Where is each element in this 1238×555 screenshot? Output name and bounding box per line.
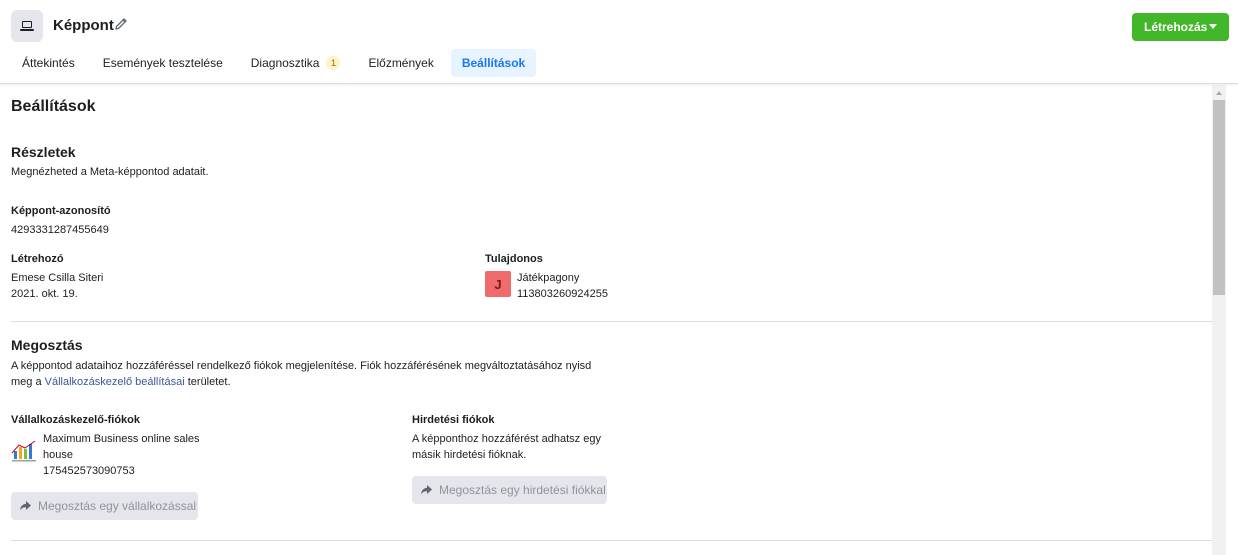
tab-label: Események tesztelése (102, 56, 223, 70)
share-with-ad-account-button[interactable]: Megosztás egy hirdetési fiókkal (412, 476, 607, 504)
pencil-icon[interactable] (113, 16, 129, 32)
page-title: Képpont (53, 17, 114, 34)
section-divider (11, 321, 1212, 322)
sharing-title: Megosztás (11, 337, 83, 353)
settings-content: Beállítások Részletek Megnézheted a Meta… (0, 85, 1212, 555)
business-name-line: Maximum Business online sales (43, 433, 200, 445)
share-arrow-icon (20, 501, 31, 511)
ad-accounts-description-line: másik hirdetési fióknak. (412, 449, 527, 461)
share-with-business-button[interactable]: Megosztás egy vállalkozással (11, 492, 198, 520)
business-accounts-label: Vállalkozáskezelő-fiókok (11, 414, 140, 426)
ad-accounts-label: Hirdetési fiókok (412, 414, 495, 426)
settings-title: Beállítások (11, 98, 96, 115)
sharing-description-line: A képpontod adataihoz hozzáféréssel rend… (11, 360, 592, 372)
owner-label: Tulajdonos (485, 253, 543, 265)
tab-history[interactable]: Előzmények (357, 49, 444, 77)
details-title: Részletek (11, 144, 76, 160)
creator-label: Létrehozó (11, 253, 64, 265)
ad-accounts-description-line: A képponthoz hozzáférést adhatsz egy (412, 433, 601, 445)
create-button-label: Létrehozás (1144, 20, 1208, 34)
diagnostics-count-badge: 1 (326, 56, 341, 70)
business-name: Maximum Business online sales house 1754… (43, 431, 200, 479)
tab-bar: Áttekintés Események tesztelése Diagnosz… (11, 49, 542, 77)
tab-overview[interactable]: Áttekintés (11, 49, 86, 77)
section-divider (11, 540, 1212, 541)
tab-diagnostics[interactable]: Diagnosztika 1 (240, 49, 352, 77)
pixel-id-value: 4293331287455649 (11, 224, 109, 236)
pixel-id-label: Képpont-azonosító (11, 205, 111, 217)
business-name-line: house (43, 449, 73, 461)
sharing-description: A képpontod adataihoz hozzáféréssel rend… (11, 358, 631, 390)
create-button[interactable]: Létrehozás (1132, 13, 1229, 41)
page-header: Képpont Létrehozás Áttekintés Események … (0, 0, 1238, 84)
button-label: Megosztás egy vállalkozással (38, 499, 197, 513)
business-id: 175452573090753 (43, 465, 135, 477)
avatar: J (485, 271, 511, 297)
tab-settings[interactable]: Beállítások (450, 49, 537, 77)
scroll-up-icon[interactable] (1216, 91, 1222, 95)
button-label: Megosztás egy hirdetési fiókkal (439, 483, 606, 497)
business-logo-icon (11, 440, 36, 462)
creator-name: Emese Csilla Siteri (11, 272, 104, 284)
chevron-down-icon (1209, 24, 1217, 29)
sharing-description-line: meg a Vállalkozáskezelő beállításai terü… (11, 374, 631, 390)
tab-test-events[interactable]: Események tesztelése (92, 49, 234, 77)
owner-id: 113803260924255 (517, 288, 608, 300)
tab-label: Előzmények (368, 56, 434, 70)
laptop-icon (20, 21, 34, 31)
ad-accounts-description: A képponthoz hozzáférést adhatsz egy más… (412, 431, 601, 463)
business-settings-link[interactable]: Vállalkozáskezelő beállításai (45, 376, 185, 388)
vertical-scrollbar[interactable] (1212, 85, 1226, 555)
owner-name: Játékpagony (517, 272, 580, 284)
share-arrow-icon (421, 485, 432, 495)
pixel-icon-box (11, 10, 43, 42)
scrollbar-thumb[interactable] (1213, 100, 1225, 295)
details-description: Megnézheted a Meta-képpontod adatait. (11, 166, 209, 178)
description-text: meg a (11, 376, 45, 388)
tab-label: Áttekintés (22, 56, 75, 70)
tab-label: Diagnosztika (250, 56, 320, 70)
tab-label: Beállítások (461, 56, 526, 70)
created-date: 2021. okt. 19. (11, 288, 78, 300)
description-text: területet. (184, 376, 231, 388)
